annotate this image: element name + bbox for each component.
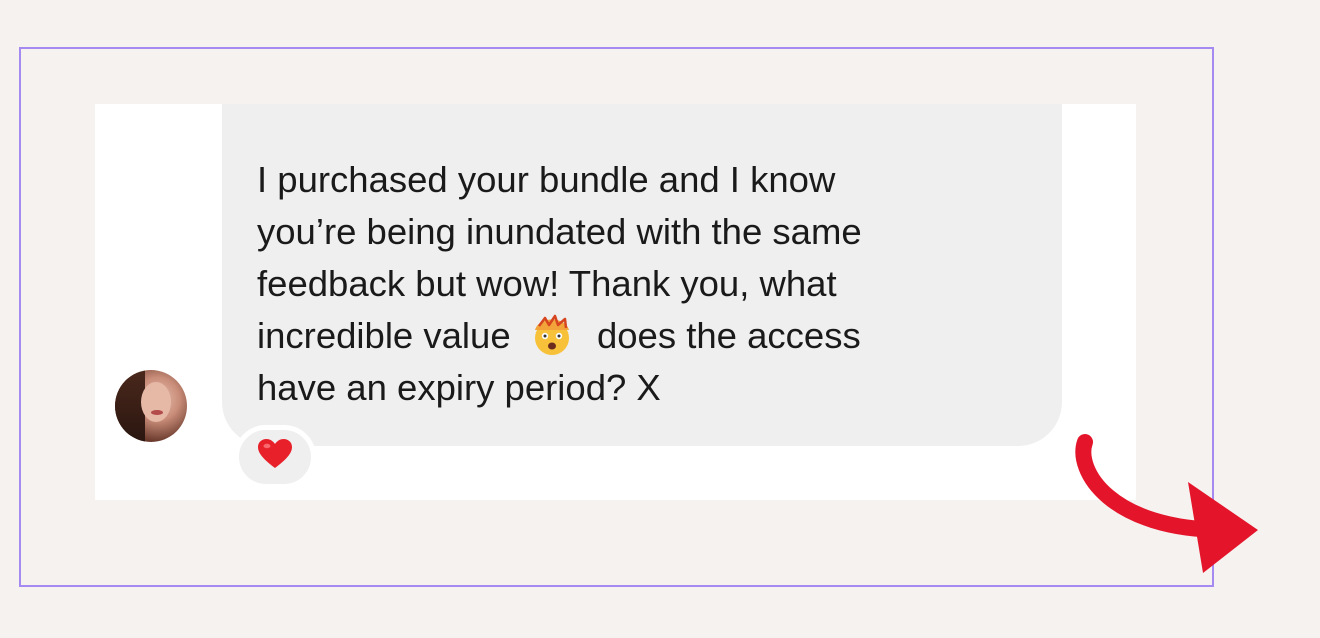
message-line-3: feedback but wow! Thank you, what bbox=[257, 263, 837, 304]
message-line-4-end: does the access bbox=[596, 315, 861, 356]
heart-reaction[interactable] bbox=[234, 425, 316, 489]
message-text: I purchased your bundle and I know you’r… bbox=[257, 154, 1037, 414]
message-line-5: have an expiry period? X bbox=[257, 367, 661, 408]
dm-screenshot: I purchased your bundle and I know you’r… bbox=[95, 104, 1136, 500]
curved-arrow-icon bbox=[1075, 434, 1258, 573]
red-heart-icon bbox=[258, 439, 292, 468]
message-line-1: I purchased your bundle and I know bbox=[257, 159, 836, 200]
message-line-4-start: incredible value bbox=[257, 315, 511, 356]
exploding-head-emoji-icon bbox=[525, 312, 579, 356]
message-line-2: you’re being inundated with the same bbox=[257, 211, 862, 252]
avatar[interactable] bbox=[115, 370, 187, 442]
